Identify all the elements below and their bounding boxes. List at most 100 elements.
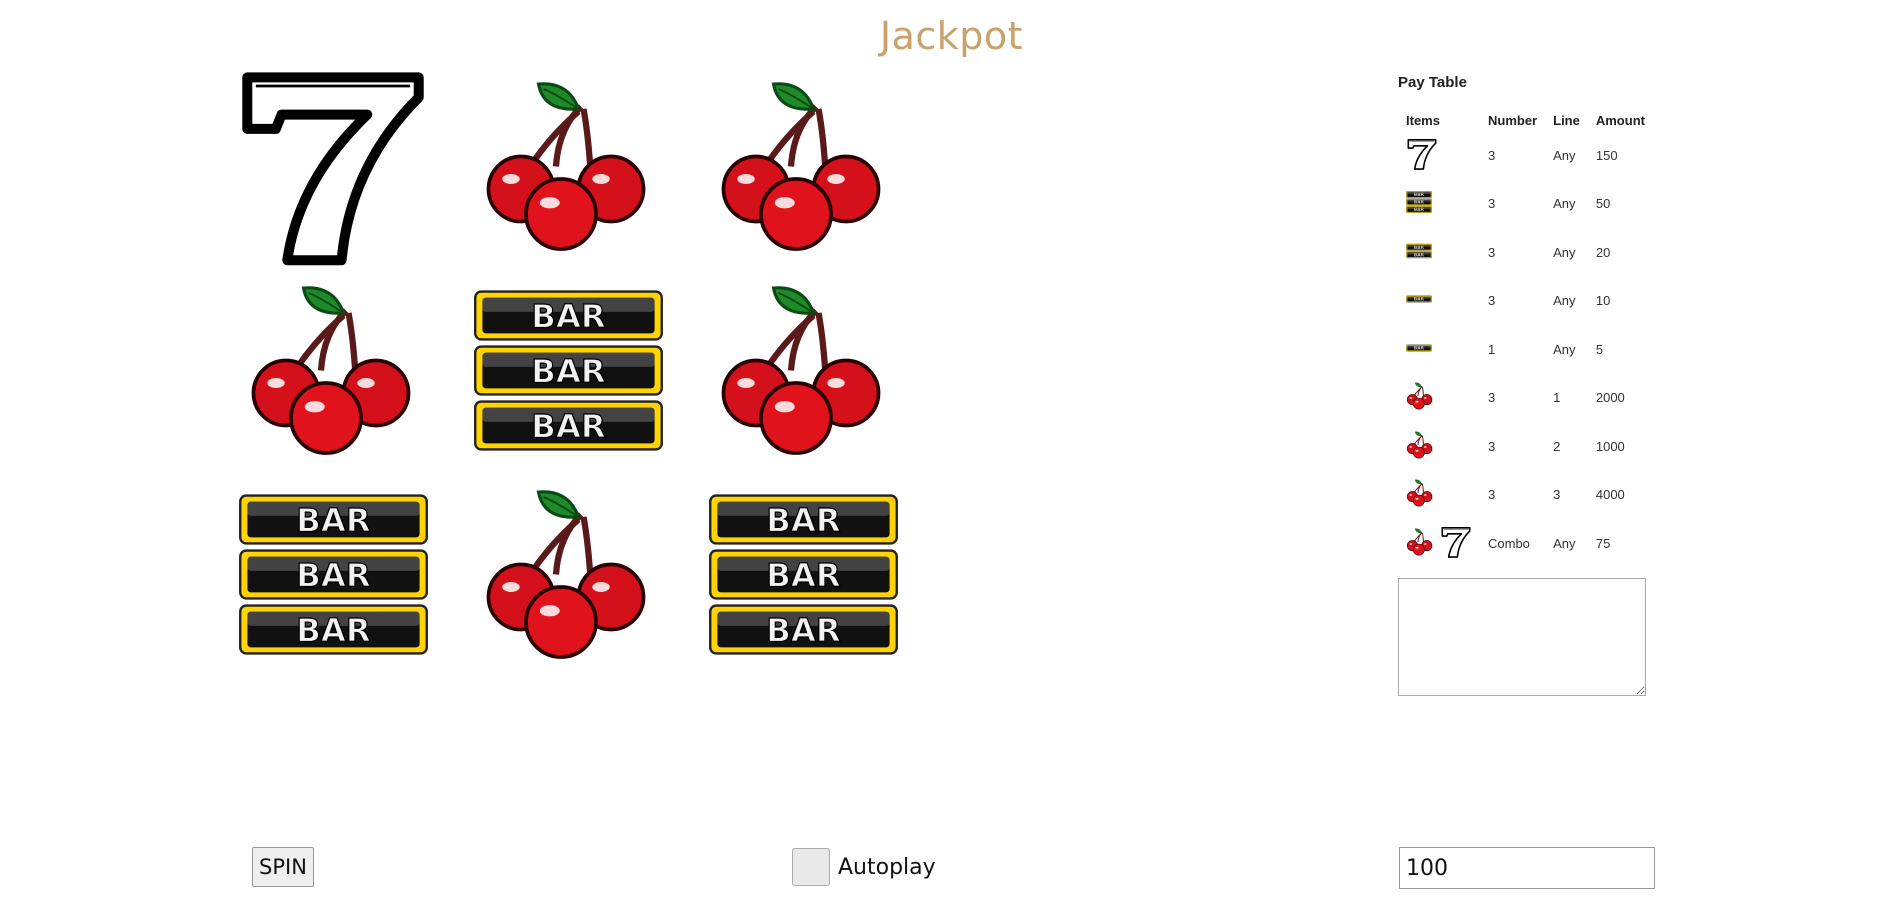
autoplay-label: Autoplay (838, 854, 936, 880)
pay-table-items-cell (1398, 374, 1480, 423)
pay-table-row: 3 3 4000 (1398, 471, 1653, 520)
pay-table-number-cell: Combo (1488, 535, 1530, 551)
pay-table-row: 3 2 1000 (1398, 422, 1653, 471)
pay-table-line-cell: Any (1553, 293, 1576, 309)
cherry-icon (1406, 431, 1434, 462)
pay-table-header-row: Items Number Line Amount (1398, 109, 1653, 131)
pay-table-title: Pay Table (1398, 74, 1467, 91)
reel-cell (218, 270, 448, 470)
pay-table-row: BAR 3 Any 10 (1398, 277, 1653, 326)
pay-table-line-cell: Any (1553, 147, 1576, 163)
pay-table-line-cell: 2 (1553, 438, 1561, 454)
cherry-icon (481, 79, 656, 254)
pay-table-number-cell: 3 (1488, 487, 1496, 503)
reel-cell (453, 474, 683, 674)
svg-text:BAR: BAR (766, 556, 841, 594)
reel-cell (218, 66, 448, 266)
double-bar-icon: BAR BAR (1406, 240, 1432, 265)
pay-table-line-cell: Any (1553, 196, 1576, 212)
svg-text:BAR: BAR (531, 352, 606, 390)
svg-text:BAR: BAR (1414, 297, 1425, 303)
pay-table-number-cell: 3 (1488, 196, 1496, 212)
pay-table-amount-cell: 1000 (1595, 438, 1625, 454)
pay-table-items-cell (1398, 471, 1480, 520)
cherry-icon (1406, 382, 1434, 413)
result-log-textarea[interactable] (1398, 578, 1646, 696)
pay-table-number-cell: 1 (1488, 341, 1496, 357)
triple-bar-icon: BAR BAR BAR (706, 492, 901, 657)
autoplay-checkbox[interactable] (792, 848, 830, 886)
svg-text:BAR: BAR (1414, 252, 1425, 258)
triple-bar-icon: BAR BAR BAR (236, 492, 431, 657)
svg-text:BAR: BAR (1414, 207, 1425, 213)
pay-table-amount-cell: 50 (1595, 196, 1611, 212)
pay-table-line-cell: Any (1553, 244, 1576, 260)
pay-table-items-cell: BAR (1398, 325, 1480, 374)
reel-cell (688, 270, 918, 470)
cherry-icon (1406, 528, 1434, 559)
header-items: Items (1406, 112, 1440, 128)
pay-table-line-cell: 1 (1553, 390, 1561, 406)
game-title: Jackpot (879, 14, 1024, 58)
pay-table-row: 3 1 2000 (1398, 374, 1653, 423)
header-number: Number (1488, 112, 1538, 128)
svg-text:BAR: BAR (1414, 245, 1425, 251)
cherry-icon (716, 283, 891, 458)
reel-cell: BAR BAR BAR (688, 474, 918, 674)
pay-table-items-cell (1398, 519, 1480, 568)
pay-table-items-cell (1398, 131, 1480, 180)
autoplay-control[interactable]: Autoplay (792, 848, 936, 886)
pay-table-grid: Items Number Line Amount 3 Any 150 BAR BAR… (1398, 109, 1653, 568)
pay-table-row: 3 Any 150 (1398, 131, 1653, 180)
cherry-icon (716, 79, 891, 254)
pay-table-items-cell (1398, 422, 1480, 471)
pay-table-row: Combo Any 75 (1398, 519, 1653, 568)
svg-text:BAR: BAR (296, 611, 371, 649)
pay-table-items-cell: BAR BAR BAR (1398, 180, 1480, 229)
pay-table-amount-cell: 4000 (1595, 487, 1625, 503)
pay-table-line-cell: Any (1553, 341, 1576, 357)
svg-text:BAR: BAR (1414, 192, 1425, 198)
triple-bar-icon: BAR BAR BAR (1406, 188, 1432, 219)
pay-table-amount-cell: 150 (1595, 147, 1618, 163)
svg-text:BAR: BAR (296, 501, 371, 539)
pay-table-amount-cell: 5 (1595, 341, 1604, 357)
pay-table-line-cell: 3 (1553, 487, 1561, 503)
svg-text:BAR: BAR (1414, 200, 1425, 206)
single-bar-icon: BAR (1406, 342, 1432, 357)
svg-text:BAR: BAR (766, 611, 841, 649)
pay-table-number-cell: 3 (1488, 438, 1496, 454)
svg-text:BAR: BAR (531, 407, 606, 445)
svg-text:BAR: BAR (1414, 345, 1425, 351)
seven-icon (218, 66, 448, 266)
svg-text:BAR: BAR (296, 556, 371, 594)
pay-table-amount-cell: 10 (1595, 293, 1611, 309)
pay-table-line-cell: Any (1553, 535, 1576, 551)
pay-table-number-cell: 3 (1488, 147, 1496, 163)
pay-table-row: BAR BAR BAR 3 Any 50 (1398, 180, 1653, 229)
pay-table-amount-cell: 20 (1595, 244, 1611, 260)
reel-cell (453, 66, 683, 266)
triple-bar-icon: BAR BAR BAR (471, 288, 666, 453)
pay-table-amount-cell: 2000 (1595, 390, 1625, 406)
pay-table: Pay Table Items Number Line Amount 3 Any 1… (1398, 74, 1658, 568)
svg-text:BAR: BAR (766, 501, 841, 539)
header-line: Line (1553, 112, 1580, 128)
single-bar-icon: BAR (1406, 293, 1432, 308)
cherry-icon (1406, 479, 1434, 510)
bet-amount-input[interactable] (1399, 847, 1655, 889)
cherry-icon (246, 283, 421, 458)
pay-table-number-cell: 3 (1488, 293, 1496, 309)
pay-table-number-cell: 3 (1488, 244, 1496, 260)
reel-grid: BAR BAR BAR BAR BAR BAR BAR BAR BAR (218, 66, 918, 676)
pay-table-items-cell: BAR (1398, 277, 1480, 326)
reel-cell (688, 66, 918, 266)
pay-table-amount-cell: 75 (1595, 535, 1611, 551)
seven-icon (1440, 526, 1472, 561)
spin-button[interactable]: SPIN (252, 847, 314, 887)
seven-icon (1406, 138, 1438, 173)
reel-cell: BAR BAR BAR (453, 270, 683, 470)
reel-cell: BAR BAR BAR (218, 474, 448, 674)
pay-table-number-cell: 3 (1488, 390, 1496, 406)
header-amount: Amount (1595, 112, 1645, 128)
